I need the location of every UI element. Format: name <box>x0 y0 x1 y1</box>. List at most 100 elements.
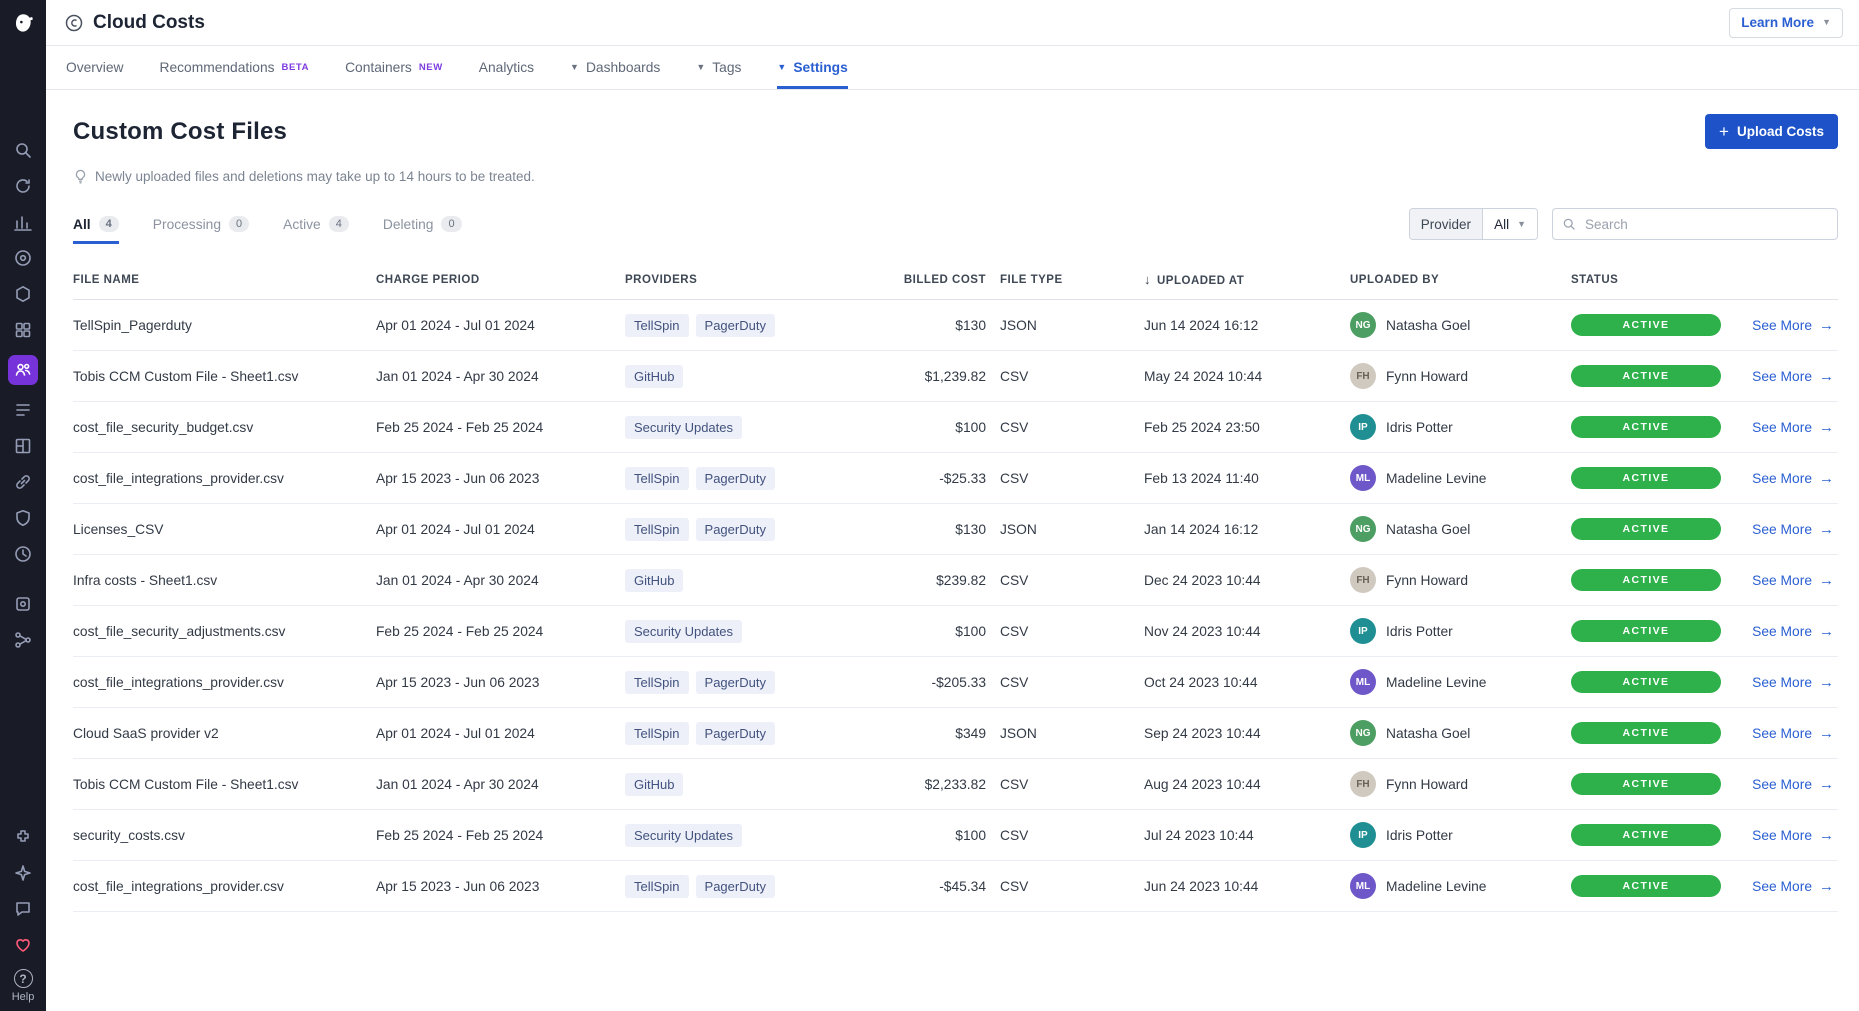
see-more-link[interactable]: See More → <box>1752 827 1834 844</box>
table-row[interactable]: cost_file_integrations_provider.csv Apr … <box>73 657 1838 708</box>
see-more-label: See More <box>1752 777 1812 792</box>
providers-cell: TellSpinPagerDuty <box>625 518 875 541</box>
see-more-link[interactable]: See More → <box>1752 725 1834 742</box>
col-uploaded-by[interactable]: Uploaded By <box>1350 274 1571 286</box>
file-type-cell: CSV <box>1000 624 1144 639</box>
infrastructure-icon[interactable] <box>0 276 46 312</box>
provider-filter-value[interactable]: All ▼ <box>1483 209 1537 239</box>
apm-icon[interactable] <box>0 240 46 276</box>
avatar: IP <box>1350 822 1376 848</box>
provider-chip: GitHub <box>625 365 683 388</box>
tab-tags[interactable]: ▼Tags <box>696 46 741 89</box>
table-row[interactable]: cost_file_integrations_provider.csv Apr … <box>73 453 1838 504</box>
learn-more-button[interactable]: Learn More ▼ <box>1729 8 1843 38</box>
arrow-right-icon: → <box>1819 725 1834 742</box>
table-row[interactable]: Cloud SaaS provider v2 Apr 01 2024 - Jul… <box>73 708 1838 759</box>
datadog-logo-icon[interactable] <box>7 8 39 40</box>
filter-tab-all[interactable]: All 4 <box>73 216 119 244</box>
table-row[interactable]: cost_file_integrations_provider.csv Apr … <box>73 861 1838 912</box>
tab-recommendations[interactable]: RecommendationsBETA <box>160 46 310 89</box>
col-providers[interactable]: Providers <box>625 274 875 286</box>
search-input[interactable] <box>1583 216 1828 233</box>
watchdog-icon[interactable] <box>0 168 46 204</box>
table-row[interactable]: Tobis CCM Custom File - Sheet1.csv Jan 0… <box>73 351 1838 402</box>
see-more-link[interactable]: See More → <box>1752 521 1834 538</box>
see-more-link[interactable]: See More → <box>1752 368 1834 385</box>
col-file-type[interactable]: File Type <box>1000 274 1144 286</box>
table-row[interactable]: security_costs.csv Feb 25 2024 - Feb 25 … <box>73 810 1838 861</box>
file-type-cell: JSON <box>1000 318 1144 333</box>
col-uploaded-at[interactable]: ↓Uploaded At <box>1144 272 1350 287</box>
filter-tab-processing[interactable]: Processing 0 <box>153 216 249 244</box>
status-cell: ACTIVE <box>1571 773 1747 795</box>
table-row[interactable]: Licenses_CSV Apr 01 2024 - Jul 01 2024 T… <box>73 504 1838 555</box>
chat-icon[interactable] <box>0 891 46 927</box>
avatar: NG <box>1350 312 1376 338</box>
see-more-link[interactable]: See More → <box>1752 623 1834 640</box>
bits-ai-icon[interactable] <box>0 927 46 963</box>
see-more-link[interactable]: See More → <box>1752 317 1834 334</box>
table-row[interactable]: cost_file_security_budget.csv Feb 25 202… <box>73 402 1838 453</box>
monitors-icon[interactable] <box>0 536 46 572</box>
tab-dashboards[interactable]: ▼Dashboards <box>570 46 660 89</box>
uploaded-at-cell: Jun 24 2023 10:44 <box>1144 879 1350 894</box>
provider-chip: PagerDuty <box>696 671 775 694</box>
filter-tab-deleting[interactable]: Deleting 0 <box>383 216 462 244</box>
security-shield-icon[interactable] <box>0 500 46 536</box>
tab-containers[interactable]: ContainersNEW <box>345 46 443 89</box>
col-charge-period[interactable]: Charge Period <box>376 274 625 286</box>
integrations-icon[interactable] <box>0 312 46 348</box>
col-file-name[interactable]: File Name <box>73 274 376 286</box>
sparkle-icon[interactable] <box>0 855 46 891</box>
tab-settings[interactable]: ▼Settings <box>777 46 847 89</box>
org-settings-icon[interactable] <box>0 819 46 855</box>
charge-period-cell: Apr 01 2024 - Jul 01 2024 <box>376 726 625 741</box>
see-more-link[interactable]: See More → <box>1752 419 1834 436</box>
provider-filter[interactable]: Provider All ▼ <box>1409 208 1538 240</box>
logs-icon[interactable] <box>0 392 46 428</box>
providers-cell: TellSpinPagerDuty <box>625 722 875 745</box>
avatar: ML <box>1350 465 1376 491</box>
filter-tab-count: 4 <box>329 216 349 232</box>
notice-banner: Newly uploaded files and deletions may t… <box>73 169 1838 184</box>
tab-overview[interactable]: Overview <box>66 46 124 89</box>
ci-icon[interactable] <box>0 586 46 622</box>
see-more-link[interactable]: See More → <box>1752 470 1834 487</box>
billed-cost-cell: -$25.33 <box>875 471 1000 486</box>
link-icon[interactable] <box>0 464 46 500</box>
arrow-right-icon: → <box>1819 623 1834 640</box>
page-title: Custom Cost Files <box>73 118 287 146</box>
filter-tab-active[interactable]: Active 4 <box>283 216 349 244</box>
user-name: Madeline Levine <box>1386 471 1486 486</box>
status-cell: ACTIVE <box>1571 467 1747 489</box>
upload-costs-button[interactable]: + Upload Costs <box>1705 114 1838 149</box>
col-status[interactable]: Status <box>1571 274 1747 286</box>
uploaded-by-cell: FH Fynn Howard <box>1350 363 1571 389</box>
billed-cost-cell: -$45.34 <box>875 879 1000 894</box>
workflows-icon[interactable] <box>0 622 46 658</box>
uploaded-by-cell: NG Natasha Goel <box>1350 720 1571 746</box>
sidebar-item-active-product[interactable] <box>0 348 46 392</box>
see-more-link[interactable]: See More → <box>1752 674 1834 691</box>
providers-cell: Security Updates <box>625 620 875 643</box>
search-icon[interactable] <box>0 132 46 168</box>
table-row[interactable]: cost_file_security_adjustments.csv Feb 2… <box>73 606 1838 657</box>
provider-chip: Security Updates <box>625 824 742 847</box>
see-more-link[interactable]: See More → <box>1752 878 1834 895</box>
app-sidebar: ? Help <box>0 0 46 1011</box>
tab-analytics[interactable]: Analytics <box>479 46 534 89</box>
tab-label: Analytics <box>479 60 534 75</box>
col-billed-cost[interactable]: Billed Cost <box>875 274 1000 286</box>
metrics-icon[interactable] <box>0 204 46 240</box>
table-row[interactable]: Infra costs - Sheet1.csv Jan 01 2024 - A… <box>73 555 1838 606</box>
provider-chip: TellSpin <box>625 671 689 694</box>
see-more-link[interactable]: See More → <box>1752 572 1834 589</box>
provider-chip: PagerDuty <box>696 314 775 337</box>
table-row[interactable]: Tobis CCM Custom File - Sheet1.csv Jan 0… <box>73 759 1838 810</box>
dashboards-icon[interactable] <box>0 428 46 464</box>
table-row[interactable]: TellSpin_Pagerduty Apr 01 2024 - Jul 01 … <box>73 300 1838 351</box>
see-more-link[interactable]: See More → <box>1752 776 1834 793</box>
help-button[interactable]: ? Help <box>12 969 35 1003</box>
filter-tab-label: Deleting <box>383 217 434 232</box>
billed-cost-cell: $130 <box>875 318 1000 333</box>
